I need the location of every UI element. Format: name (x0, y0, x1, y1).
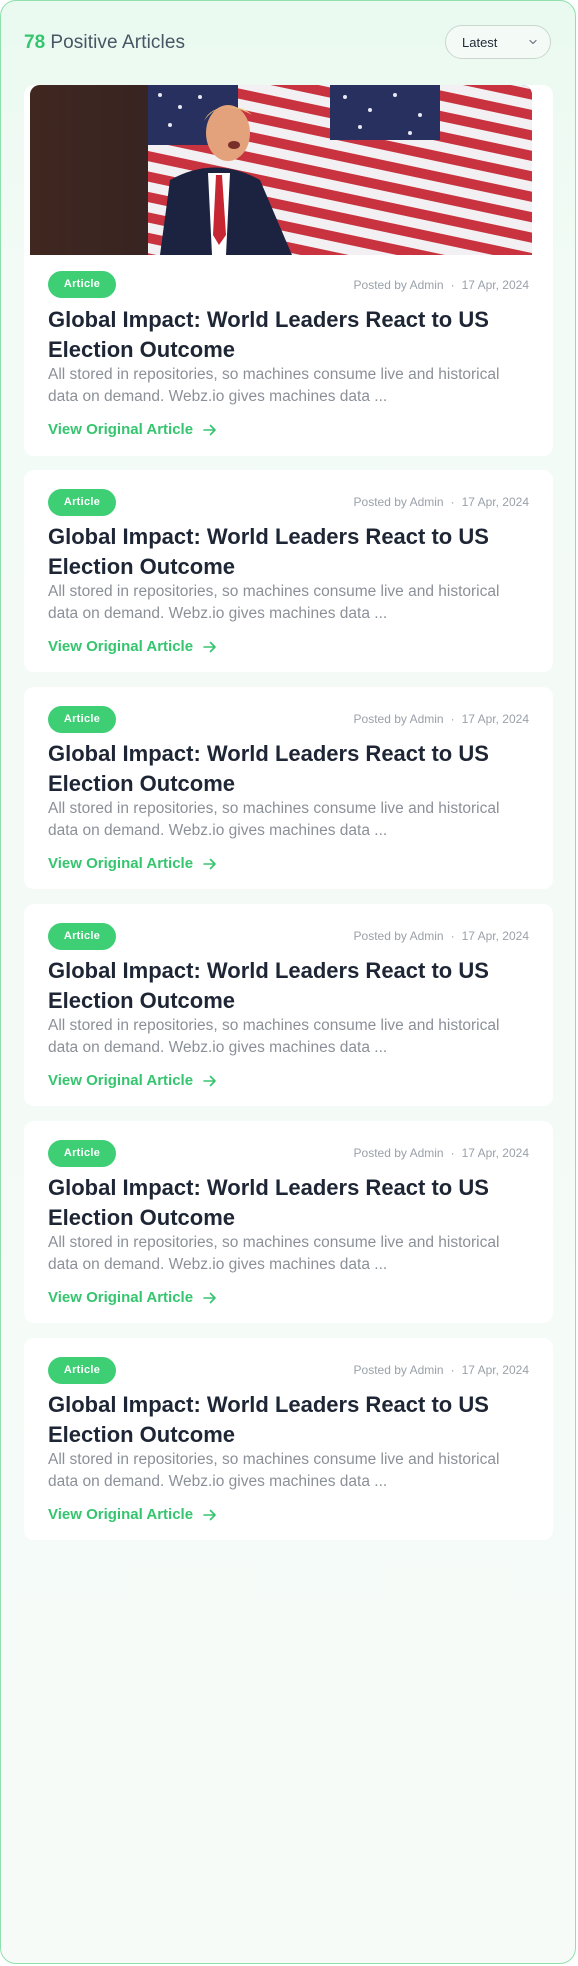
article-meta: Posted by Admin · 17 Apr, 2024 (354, 1146, 529, 1160)
article-card: Article Posted by Admin · 17 Apr, 2024 Glo… (24, 1338, 553, 1540)
article-title: Global Impact: World Leaders React to US… (48, 524, 489, 579)
link-label: View Original Article (48, 855, 194, 872)
article-title: Global Impact: World Leaders React to US… (48, 741, 489, 796)
article-excerpt: All stored in repositories, so machines … (48, 1451, 500, 1490)
article-excerpt: All stored in repositories, so machines … (48, 1017, 500, 1056)
view-original-article-link[interactable]: View Original Article (48, 855, 217, 872)
article-title: Global Impact: World Leaders React to US… (48, 1392, 489, 1447)
article-count: 78 Positive Articles (24, 32, 185, 54)
article-date: 17 Apr, 2024 (461, 712, 529, 726)
article-excerpt: All stored in repositories, so machines … (48, 366, 500, 405)
article-author: Posted by Admin (353, 712, 444, 726)
article-image (30, 85, 532, 299)
article-meta: Posted by Admin · 17 Apr, 2024 (354, 1363, 529, 1377)
article-date: 17 Apr, 2024 (461, 1146, 529, 1160)
article-title: Global Impact: World Leaders React to US… (48, 307, 489, 362)
view-original-article-link[interactable]: View Original Article (48, 1506, 217, 1523)
article-author: Posted by Admin (353, 495, 444, 509)
article-count-label: Positive Articles (50, 32, 186, 53)
meta-separator: · (450, 495, 455, 509)
article-count-number: 78 (24, 32, 46, 53)
articles-panel: 78 Positive Articles Latest Article Post… (0, 0, 576, 1964)
arrow-right-icon (203, 858, 217, 870)
article-meta: Posted by Admin · 17 Apr, 2024 (354, 929, 529, 943)
view-original-article-link[interactable]: View Original Article (48, 1289, 217, 1306)
sort-dropdown-value: Latest (462, 35, 498, 50)
link-label: View Original Article (48, 638, 194, 655)
article-card: Article Posted by Admin · 17 Apr, 2024 Glo… (24, 904, 553, 1106)
arrow-right-icon (203, 424, 217, 436)
article-date: 17 Apr, 2024 (461, 1363, 529, 1377)
article-date: 17 Apr, 2024 (461, 278, 529, 292)
article-excerpt: All stored in repositories, so machines … (48, 800, 500, 839)
meta-separator: · (450, 929, 455, 943)
article-card: Article Posted by Admin · 17 Apr, 2024 Glo… (24, 1121, 553, 1323)
article-badge: Article (48, 1357, 116, 1384)
meta-separator: · (450, 1363, 455, 1377)
article-date: 17 Apr, 2024 (461, 929, 529, 943)
view-original-article-link[interactable]: View Original Article (48, 421, 217, 438)
view-original-article-link[interactable]: View Original Article (48, 1072, 217, 1089)
link-label: View Original Article (48, 1289, 194, 1306)
article-card: Article Posted by Admin · 17 Apr, 2024 Glo… (24, 85, 553, 456)
panel-header: 78 Positive Articles Latest (24, 25, 551, 61)
article-meta: Posted by Admin · 17 Apr, 2024 (354, 495, 529, 509)
article-photo (30, 85, 532, 255)
meta-separator: · (450, 712, 455, 726)
view-original-article-link[interactable]: View Original Article (48, 638, 217, 655)
chevron-down-icon (529, 39, 537, 45)
arrow-right-icon (203, 1509, 217, 1521)
article-author: Posted by Admin (353, 278, 444, 292)
link-label: View Original Article (48, 1072, 194, 1089)
article-meta: Posted by Admin · 17 Apr, 2024 (354, 278, 529, 292)
article-author: Posted by Admin (353, 1146, 444, 1160)
article-excerpt: All stored in repositories, so machines … (48, 583, 500, 622)
article-date: 17 Apr, 2024 (461, 495, 529, 509)
article-badge: Article (48, 706, 116, 733)
article-title: Global Impact: World Leaders React to US… (48, 958, 489, 1013)
arrow-right-icon (203, 1075, 217, 1087)
arrow-right-icon (203, 641, 217, 653)
link-label: View Original Article (48, 421, 194, 438)
arrow-right-icon (203, 1292, 217, 1304)
article-badge: Article (48, 923, 116, 950)
link-label: View Original Article (48, 1506, 194, 1523)
article-title: Global Impact: World Leaders React to US… (48, 1175, 489, 1230)
article-author: Posted by Admin (353, 1363, 444, 1377)
article-author: Posted by Admin (353, 929, 444, 943)
article-badge: Article (48, 271, 116, 298)
sort-dropdown[interactable]: Latest (445, 25, 551, 59)
article-card: Article Posted by Admin · 17 Apr, 2024 Glo… (24, 470, 553, 672)
meta-separator: · (450, 278, 455, 292)
article-meta: Posted by Admin · 17 Apr, 2024 (354, 712, 529, 726)
article-badge: Article (48, 1140, 116, 1167)
article-card: Article Posted by Admin · 17 Apr, 2024 Glo… (24, 687, 553, 889)
article-excerpt: All stored in repositories, so machines … (48, 1234, 500, 1273)
meta-separator: · (450, 1146, 455, 1160)
article-badge: Article (48, 489, 116, 516)
